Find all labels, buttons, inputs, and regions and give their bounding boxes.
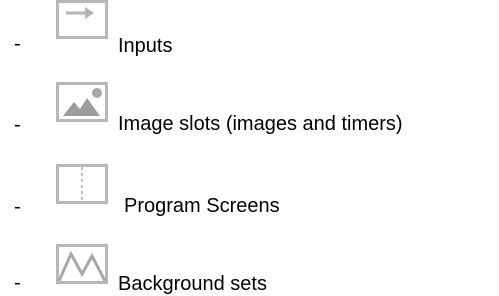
- list-item-label: Background sets: [118, 273, 267, 295]
- list-bullet: -: [14, 114, 21, 136]
- list-item-inputs: - Inputs: [0, 0, 499, 57]
- list-item-label: Inputs: [118, 35, 173, 57]
- list-item-label: Program Screens: [124, 195, 280, 217]
- list-item-program-screens: - Program Screens: [0, 164, 499, 218]
- list-bullet: -: [14, 272, 21, 294]
- input-arrow-icon: [56, 0, 108, 40]
- list-item-label: Image slots (images and timers): [118, 113, 403, 135]
- image-slot-icon: [56, 82, 108, 122]
- list-item-image-slots: - Image slots (images and timers): [0, 82, 499, 136]
- list-bullet: -: [14, 33, 21, 55]
- list-bullet: -: [14, 196, 21, 218]
- background-set-icon: [56, 244, 108, 284]
- list-item-background-sets: - Background sets: [0, 244, 499, 295]
- program-screen-icon: [56, 164, 108, 204]
